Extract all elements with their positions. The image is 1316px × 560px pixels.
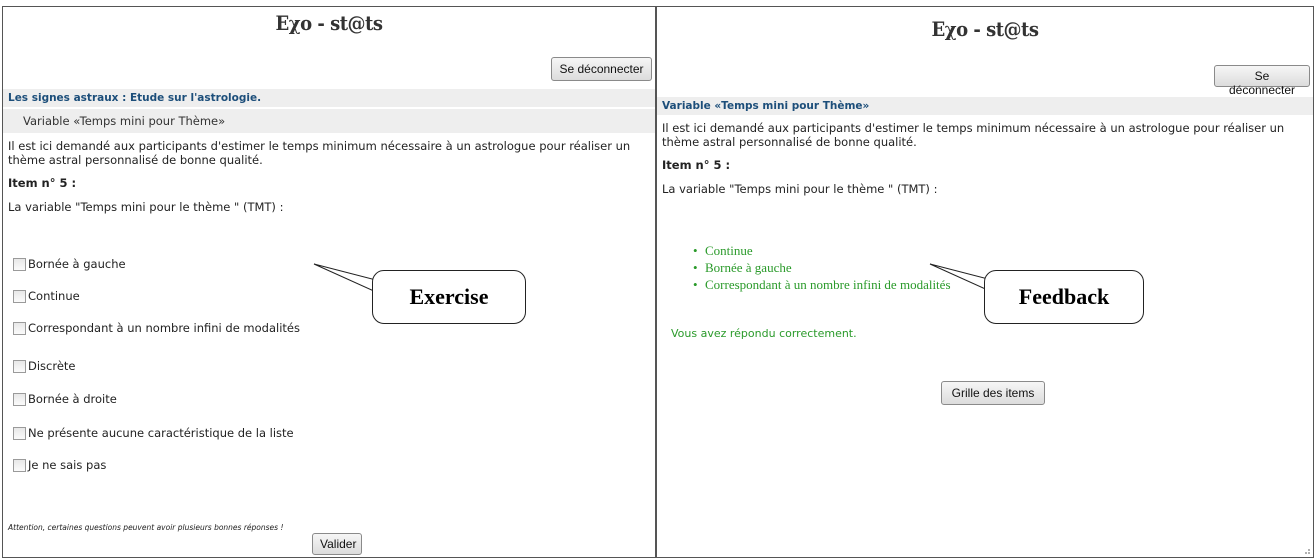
checkbox[interactable]	[13, 321, 26, 335]
logout-row: Se déconnecter	[3, 51, 655, 81]
success-message: Vous avez répondu correctement.	[671, 327, 857, 340]
checkbox[interactable]	[13, 426, 26, 440]
item-title: Item n° 5 :	[662, 158, 731, 172]
option-label: Correspondant à un nombre infini de moda…	[28, 321, 300, 335]
question-prompt: La variable "Temps mini pour le thème " …	[662, 182, 938, 196]
logout-button[interactable]: Se déconnecter	[1214, 65, 1310, 97]
logo-text: Εχο - st@ts	[275, 11, 383, 35]
option-label: Bornée à droite	[28, 392, 117, 406]
option-label: Continue	[28, 289, 80, 303]
option-continue[interactable]: Continue	[13, 289, 80, 303]
validate-button[interactable]: Valider	[312, 533, 362, 555]
app-logo: Εχο - st@ts	[3, 7, 655, 51]
variable-heading: Variable «Temps mini pour Thème»	[3, 109, 655, 133]
answer-item: Continue	[693, 242, 951, 259]
exercise-callout: Exercise	[372, 270, 526, 324]
checkbox[interactable]	[13, 392, 26, 406]
option-je-ne-sais-pas[interactable]: Je ne sais pas	[13, 458, 106, 472]
option-aucune-caracteristique[interactable]: Ne présente aucune caractéristique de la…	[13, 426, 294, 440]
resize-grip-icon[interactable]	[1301, 545, 1311, 555]
option-bornee-gauche[interactable]: Bornée à gauche	[13, 257, 126, 271]
option-bornee-droite[interactable]: Bornée à droite	[13, 392, 117, 406]
option-infini-modalites[interactable]: Correspondant à un nombre infini de moda…	[13, 321, 300, 335]
checkbox[interactable]	[13, 458, 26, 472]
question-text: Il est ici demandé aux participants d'es…	[662, 121, 1285, 149]
items-grid-button[interactable]: Grille des items	[941, 381, 1045, 405]
logo-text: Εχο - st@ts	[931, 17, 1039, 41]
option-discrete[interactable]: Discrète	[13, 359, 76, 373]
checkbox[interactable]	[13, 257, 26, 271]
question-prompt: La variable "Temps mini pour le thème " …	[8, 200, 284, 214]
logout-button[interactable]: Se déconnecter	[551, 57, 652, 81]
answer-item: Correspondant à un nombre infini de moda…	[693, 276, 951, 293]
checkbox[interactable]	[13, 359, 26, 373]
option-label: Discrète	[28, 359, 76, 373]
item-title: Item n° 5 :	[8, 176, 77, 190]
logout-row: Se déconnecter	[657, 51, 1313, 97]
checkbox[interactable]	[13, 289, 26, 303]
option-label: Bornée à gauche	[28, 257, 126, 271]
answer-item: Bornée à gauche	[693, 259, 951, 276]
screenshot-frame: Εχο - st@ts Se déconnecter Les signes as…	[0, 0, 1316, 560]
feedback-callout: Feedback	[984, 270, 1144, 324]
multiple-answers-note: Attention, certaines questions peuvent a…	[8, 523, 284, 532]
app-logo: Εχο - st@ts	[657, 7, 1313, 51]
correct-answers-list: Continue Bornée à gauche Correspondant à…	[693, 242, 951, 293]
variable-heading: Variable «Temps mini pour Thème»	[657, 97, 1313, 115]
option-label: Ne présente aucune caractéristique de la…	[28, 426, 294, 440]
option-label: Je ne sais pas	[28, 458, 107, 472]
question-text: Il est ici demandé aux participants d'es…	[8, 139, 631, 167]
topic-heading: Les signes astraux : Etude sur l'astrolo…	[3, 89, 655, 107]
